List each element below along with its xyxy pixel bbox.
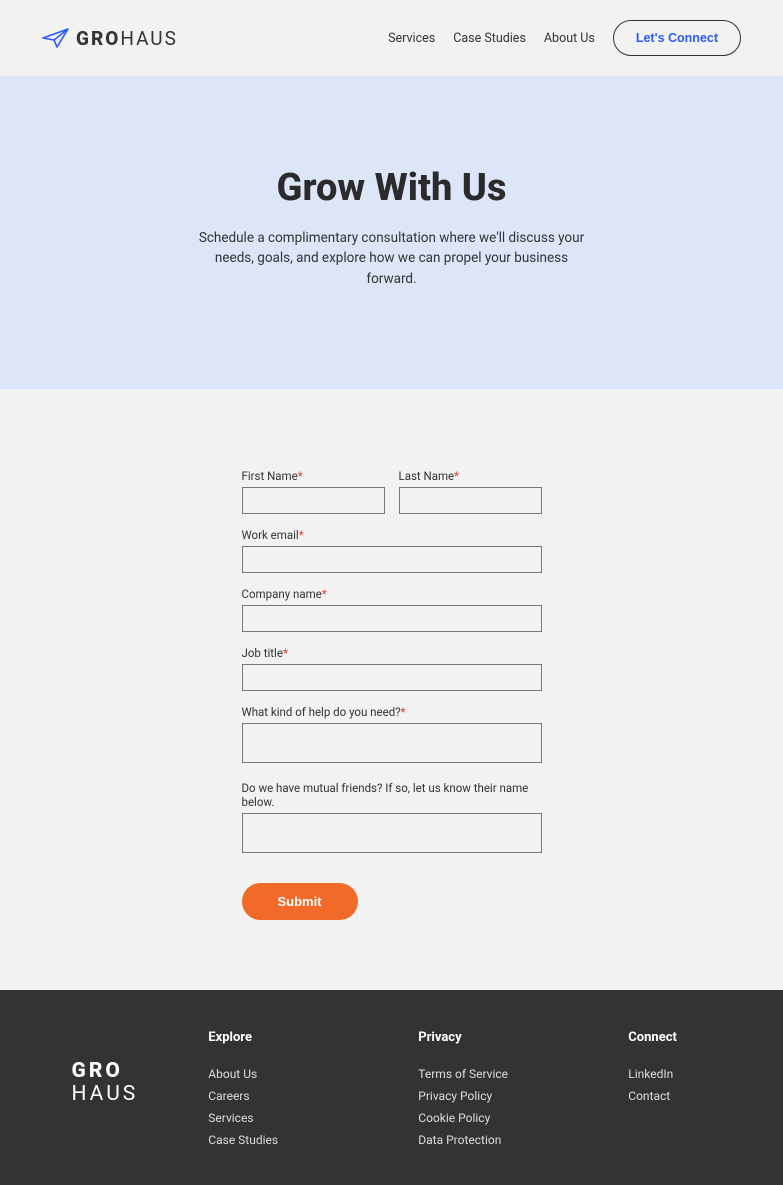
footer-link-cookie-policy[interactable]: Cookie Policy (418, 1111, 558, 1125)
footer-heading-connect: Connect (628, 1030, 728, 1045)
site-footer: GRO HAUS Explore About Us Careers Servic… (0, 990, 783, 1185)
mutual-friends-textarea[interactable] (242, 813, 542, 853)
footer-link-contact[interactable]: Contact (628, 1089, 728, 1103)
page-title: Grow With Us (0, 166, 783, 210)
footer-heading-explore: Explore (208, 1030, 348, 1045)
paper-plane-icon (42, 27, 70, 49)
footer-link-services[interactable]: Services (208, 1111, 348, 1125)
footer-col-privacy: Privacy Terms of Service Privacy Policy … (418, 1030, 558, 1155)
help-label: What kind of help do you need?* (242, 705, 542, 719)
footer-link-data-protection[interactable]: Data Protection (418, 1133, 558, 1147)
nav-about-us[interactable]: About Us (544, 31, 595, 46)
footer-link-about-us[interactable]: About Us (208, 1067, 348, 1081)
job-title-label: Job title* (242, 646, 542, 660)
lets-connect-button[interactable]: Let's Connect (613, 20, 741, 56)
work-email-input[interactable] (242, 546, 542, 573)
footer-link-privacy-policy[interactable]: Privacy Policy (418, 1089, 558, 1103)
logo[interactable]: GROHAUS (42, 27, 178, 50)
footer-link-terms[interactable]: Terms of Service (418, 1067, 558, 1081)
submit-button[interactable]: Submit (242, 883, 358, 920)
first-name-label: First Name* (242, 469, 385, 483)
main-nav: Services Case Studies About Us Let's Con… (388, 20, 741, 56)
footer-link-linkedin[interactable]: LinkedIn (628, 1067, 728, 1081)
footer-col-explore: Explore About Us Careers Services Case S… (208, 1030, 348, 1155)
footer-col-connect: Connect LinkedIn Contact (628, 1030, 728, 1155)
logo-text: GROHAUS (76, 27, 178, 50)
job-title-input[interactable] (242, 664, 542, 691)
mutual-friends-label: Do we have mutual friends? If so, let us… (242, 781, 542, 809)
site-header: GROHAUS Services Case Studies About Us L… (0, 0, 783, 76)
nav-case-studies[interactable]: Case Studies (453, 31, 526, 46)
footer-link-careers[interactable]: Careers (208, 1089, 348, 1103)
footer-logo: GRO HAUS (72, 1060, 139, 1155)
nav-services[interactable]: Services (388, 31, 435, 46)
footer-heading-privacy: Privacy (418, 1030, 558, 1045)
help-textarea[interactable] (242, 723, 542, 763)
hero-section: Grow With Us Schedule a complimentary co… (0, 76, 783, 389)
last-name-input[interactable] (399, 487, 542, 514)
footer-link-case-studies[interactable]: Case Studies (208, 1133, 348, 1147)
page-subtitle: Schedule a complimentary consultation wh… (192, 228, 592, 289)
company-label: Company name* (242, 587, 542, 601)
company-input[interactable] (242, 605, 542, 632)
first-name-input[interactable] (242, 487, 385, 514)
form-section: First Name* Last Name* Work email* Compa… (0, 389, 783, 990)
contact-form: First Name* Last Name* Work email* Compa… (242, 469, 542, 920)
last-name-label: Last Name* (399, 469, 542, 483)
work-email-label: Work email* (242, 528, 542, 542)
